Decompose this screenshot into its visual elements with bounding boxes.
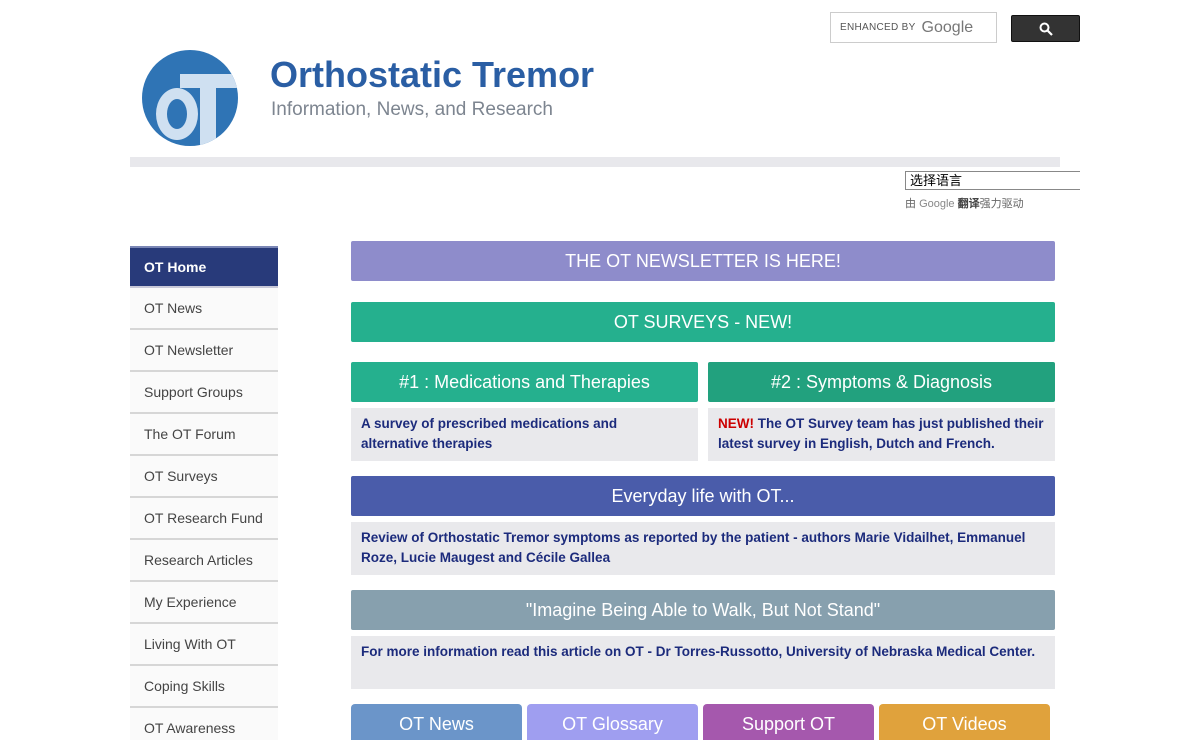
translate-link[interactable]: 翻译 xyxy=(958,198,980,210)
language-select[interactable]: 选择语言 xyxy=(905,171,1080,190)
site-title[interactable]: Orthostatic Tremor xyxy=(270,54,594,96)
imagine-article-banner[interactable]: "Imagine Being Able to Walk, But Not Sta… xyxy=(351,590,1055,630)
everyday-life-description[interactable]: Review of Orthostatic Tremor symptoms as… xyxy=(351,522,1055,575)
imagine-article-description[interactable]: For more information read this article o… xyxy=(351,636,1055,689)
site-logo[interactable] xyxy=(142,50,238,146)
survey-2-description[interactable]: NEW! The OT Survey team has just publish… xyxy=(708,408,1055,461)
survey-1-title[interactable]: #1 : Medications and Therapies xyxy=(351,362,698,402)
sidebar-item-ot-awareness[interactable]: OT Awareness xyxy=(130,708,278,740)
everyday-life-banner[interactable]: Everyday life with OT... xyxy=(351,476,1055,516)
survey-1-description[interactable]: A survey of prescribed medications and a… xyxy=(351,408,698,461)
tab-ot-glossary[interactable]: OT Glossary xyxy=(527,704,698,740)
search-icon xyxy=(1039,22,1053,36)
survey-2-title[interactable]: #2 : Symptoms & Diagnosis xyxy=(708,362,1055,402)
sidebar-item-research-articles[interactable]: Research Articles xyxy=(130,540,278,582)
powered-by-google-translate: 由 Google 翻译强力驱动 xyxy=(905,198,1024,210)
enhanced-by-label: ENHANCED BY xyxy=(840,22,916,33)
sidebar-item-ot-forum[interactable]: The OT Forum xyxy=(130,414,278,456)
sidebar-item-ot-news[interactable]: OT News xyxy=(130,288,278,330)
sidebar-item-support-groups[interactable]: Support Groups xyxy=(130,372,278,414)
sidebar-item-ot-home[interactable]: OT Home xyxy=(130,246,278,288)
tab-ot-videos[interactable]: OT Videos xyxy=(879,704,1050,740)
surveys-banner[interactable]: OT SURVEYS - NEW! xyxy=(351,302,1055,342)
sidebar-item-ot-surveys[interactable]: OT Surveys xyxy=(130,456,278,498)
sidebar-item-ot-newsletter[interactable]: OT Newsletter xyxy=(130,330,278,372)
sidebar-item-ot-research-fund[interactable]: OT Research Fund xyxy=(130,498,278,540)
google-logo: Google xyxy=(921,18,974,36)
google-logo: Google xyxy=(919,198,955,210)
newsletter-banner[interactable]: THE OT NEWSLETTER IS HERE! xyxy=(351,241,1055,281)
new-badge: NEW! xyxy=(718,416,754,431)
header-divider xyxy=(130,157,1060,167)
sidebar-nav: OT Home OT News OT Newsletter Support Gr… xyxy=(130,246,278,740)
tab-support-ot[interactable]: Support OT xyxy=(703,704,874,740)
site-subtitle: Information, News, and Research xyxy=(271,99,553,120)
search-input[interactable]: ENHANCED BY Google xyxy=(830,12,997,43)
sidebar-item-coping-skills[interactable]: Coping Skills xyxy=(130,666,278,708)
search-button[interactable] xyxy=(1011,15,1080,42)
tab-ot-news[interactable]: OT News xyxy=(351,704,522,740)
sidebar-item-my-experience[interactable]: My Experience xyxy=(130,582,278,624)
sidebar-item-living-with-ot[interactable]: Living With OT xyxy=(130,624,278,666)
